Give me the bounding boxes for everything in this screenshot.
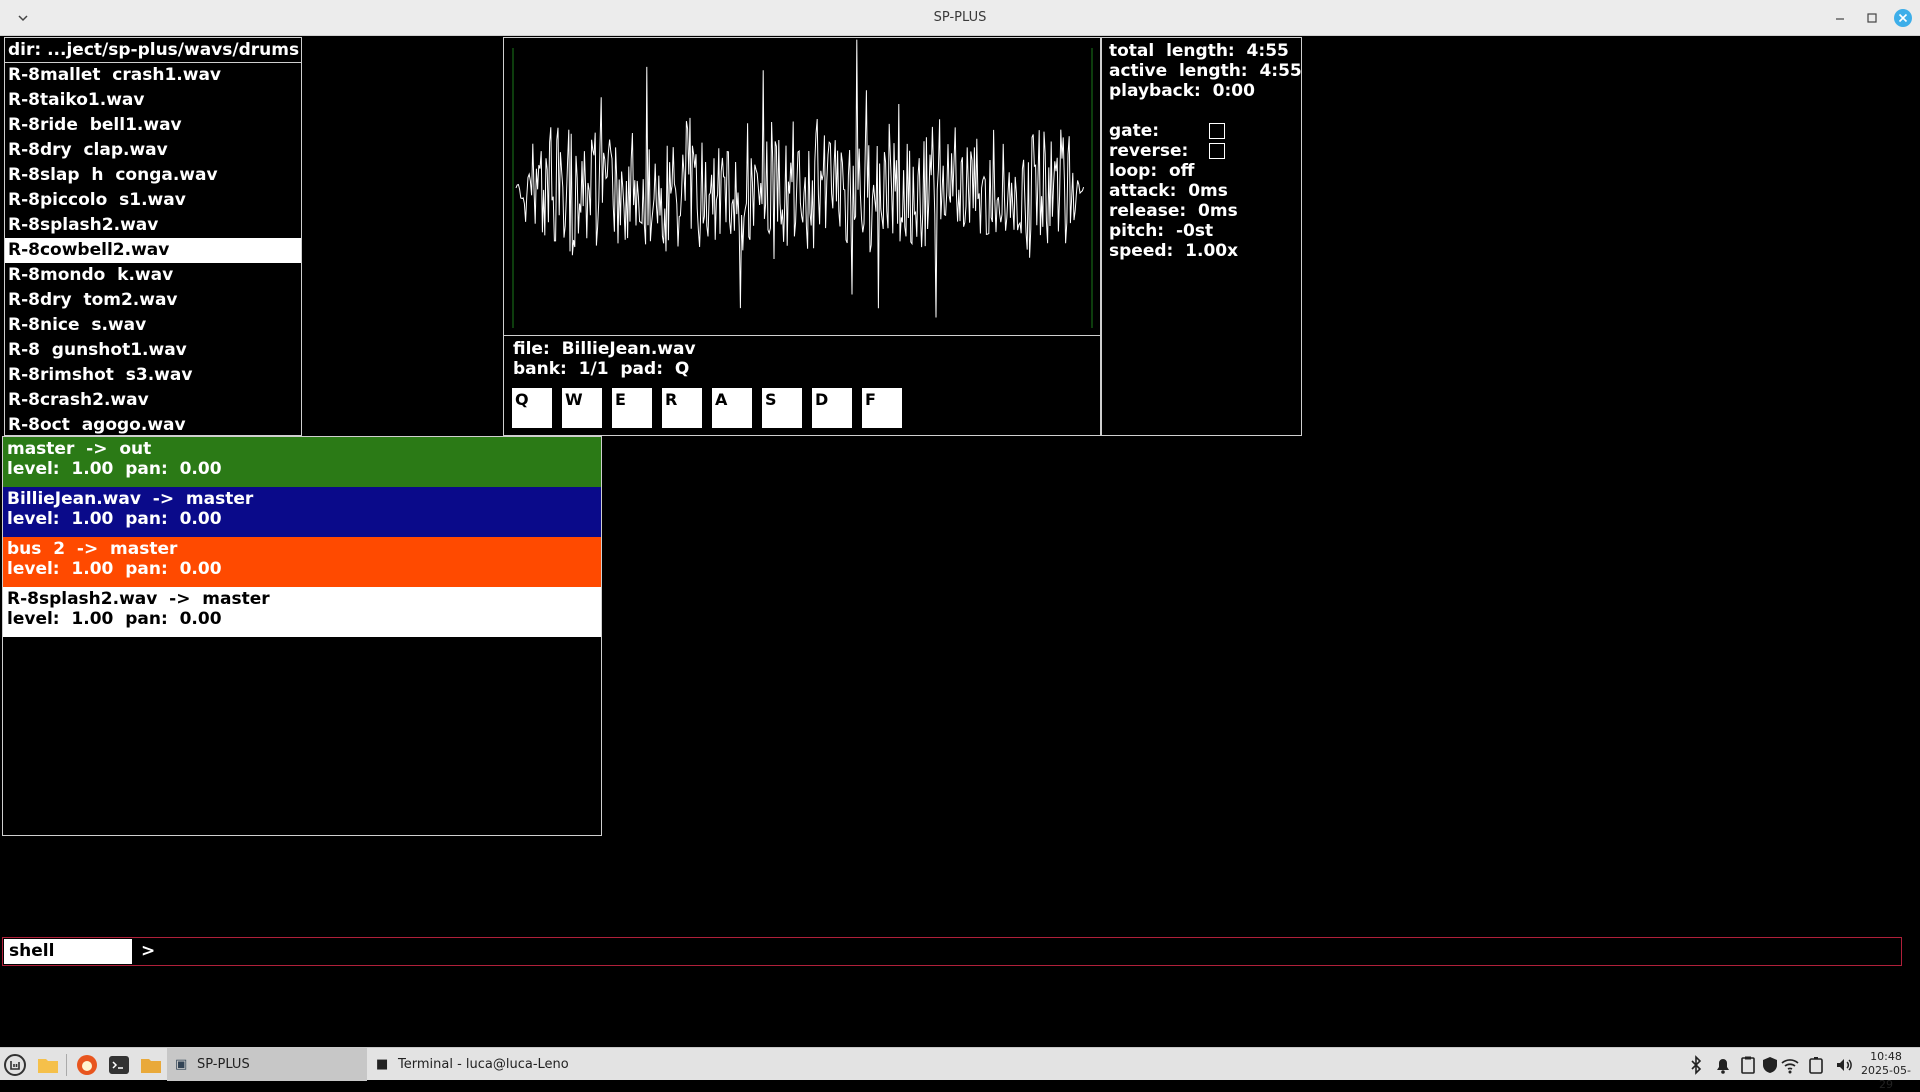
- file-name: file: BillieJean.wav: [513, 339, 696, 359]
- total-length: total length: 4:55: [1109, 41, 1289, 61]
- loop-setting[interactable]: loop: off: [1109, 161, 1194, 181]
- taskbar: ▣ SP-PLUS ■ Terminal - luca@luca-Leno... 10…: [0, 1047, 1920, 1091]
- pad-button-w[interactable]: W: [562, 388, 602, 428]
- taskbar-task[interactable]: ▣ SP-PLUS: [167, 1048, 367, 1081]
- shell-input[interactable]: [161, 940, 1895, 965]
- shell-prompt: >: [141, 941, 156, 961]
- minimize-icon[interactable]: [1830, 8, 1850, 28]
- close-icon[interactable]: [1893, 8, 1913, 28]
- pad-button-a[interactable]: A: [712, 388, 752, 428]
- channel-route: bus 2 -> master: [7, 539, 178, 559]
- mixer-channel[interactable]: BillieJean.wav -> master level: 1.00 pan:…: [3, 487, 601, 537]
- mixer-channel[interactable]: bus 2 -> master level: 1.00 pan: 0.00: [3, 537, 601, 587]
- file-list[interactable]: R-8mallet crash1.wav R-8taiko1.wav R-8ride…: [5, 63, 301, 438]
- pad-button-s[interactable]: S: [762, 388, 802, 428]
- clock[interactable]: 10:48 2025-05-29: [1858, 1050, 1914, 1092]
- file-manager-icon[interactable]: [139, 1053, 163, 1077]
- maximize-icon[interactable]: [1862, 8, 1882, 28]
- file-list-item[interactable]: R-8mondo k.wav: [5, 263, 301, 288]
- wifi-icon[interactable]: [1780, 1055, 1800, 1075]
- sample-info-panel: file: BillieJean.wav bank: 1/1 pad: Q QW…: [503, 335, 1101, 436]
- channel-route: BillieJean.wav -> master: [7, 489, 254, 509]
- pad-button-r[interactable]: R: [662, 388, 702, 428]
- file-list-item[interactable]: R-8oct agogo.wav: [5, 413, 301, 438]
- pitch-setting[interactable]: pitch: -0st: [1109, 221, 1213, 241]
- file-list-item[interactable]: R-8crash2.wav: [5, 388, 301, 413]
- channel-level-pan: level: 1.00 pan: 0.00: [7, 559, 222, 579]
- gate-checkbox[interactable]: [1209, 123, 1225, 139]
- channel-level-pan: level: 1.00 pan: 0.00: [7, 459, 222, 479]
- reverse-label: reverse:: [1109, 141, 1189, 161]
- window-title: SP-PLUS: [933, 10, 987, 25]
- waveform-trace: [515, 39, 1085, 318]
- mixer-channel[interactable]: master -> out level: 1.00 pan: 0.00: [3, 437, 601, 487]
- battery-icon[interactable]: [1806, 1055, 1826, 1075]
- channel-route: R-8splash2.wav -> master: [7, 589, 270, 609]
- file-list-item[interactable]: R-8dry tom2.wav: [5, 288, 301, 313]
- waveform-graph: [512, 39, 1093, 328]
- channel-level-pan: level: 1.00 pan: 0.00: [7, 509, 222, 529]
- mixer-panel: master -> out level: 1.00 pan: 0.00 Billie…: [2, 436, 602, 836]
- release-setting[interactable]: release: 0ms: [1109, 201, 1238, 221]
- notification-bell-icon[interactable]: [1713, 1055, 1733, 1075]
- file-list-item[interactable]: R-8 gunshot1.wav: [5, 338, 301, 363]
- waveform-display[interactable]: [503, 37, 1101, 336]
- file-list-item[interactable]: R-8cowbell2.wav: [5, 238, 301, 263]
- file-browser[interactable]: dir: ...ject/sp-plus/wavs/drums R-8malle…: [4, 37, 302, 436]
- file-list-item[interactable]: R-8taiko1.wav: [5, 88, 301, 113]
- shell-label: shell: [4, 939, 132, 964]
- folder-icon[interactable]: [36, 1053, 60, 1077]
- pad-button-d[interactable]: D: [812, 388, 852, 428]
- gate-label: gate:: [1109, 121, 1160, 141]
- bluetooth-icon[interactable]: [1686, 1055, 1706, 1075]
- file-list-item[interactable]: R-8splash2.wav: [5, 213, 301, 238]
- firefox-icon[interactable]: [75, 1053, 99, 1077]
- window-titlebar: SP-PLUS: [0, 0, 1920, 36]
- taskbar-task[interactable]: ■ Terminal - luca@luca-Leno...: [368, 1048, 568, 1081]
- clock-date: 2025-05-29: [1861, 1064, 1911, 1091]
- playback-time: playback: 0:00: [1109, 81, 1255, 101]
- pad-button-q[interactable]: Q: [512, 388, 552, 428]
- speed-setting[interactable]: speed: 1.00x: [1109, 241, 1238, 261]
- shell-bar: shell >: [2, 937, 1902, 966]
- shield-update-icon[interactable]: [1760, 1055, 1780, 1075]
- file-list-item[interactable]: R-8ride bell1.wav: [5, 113, 301, 138]
- terminal-icon: ■: [376, 1057, 389, 1072]
- file-list-item[interactable]: R-8nice s.wav: [5, 313, 301, 338]
- channel-route: master -> out: [7, 439, 152, 459]
- file-list-item[interactable]: R-8mallet crash1.wav: [5, 63, 301, 88]
- active-length: active length: 4:55: [1109, 61, 1302, 81]
- file-list-item[interactable]: R-8dry clap.wav: [5, 138, 301, 163]
- attack-setting[interactable]: attack: 0ms: [1109, 181, 1228, 201]
- file-list-item[interactable]: R-8rimshot s3.wav: [5, 363, 301, 388]
- start-menu-icon[interactable]: [3, 1053, 27, 1077]
- clock-time: 10:48: [1870, 1050, 1902, 1063]
- taskbar-task-label: SP-PLUS: [197, 1057, 250, 1072]
- pad-button-e[interactable]: E: [612, 388, 652, 428]
- terminal-icon[interactable]: [107, 1053, 131, 1077]
- file-list-item[interactable]: R-8slap h conga.wav: [5, 163, 301, 188]
- pad-button-f[interactable]: F: [862, 388, 902, 428]
- params-panel: total length: 4:55 active length: 4:55 p…: [1101, 37, 1302, 436]
- reverse-checkbox[interactable]: [1209, 143, 1225, 159]
- file-list-item[interactable]: R-8piccolo s1.wav: [5, 188, 301, 213]
- window-icon: ▣: [175, 1057, 188, 1072]
- clipboard-icon[interactable]: [1738, 1055, 1758, 1075]
- mixer-channel[interactable]: R-8splash2.wav -> master level: 1.00 pan:…: [3, 587, 601, 637]
- directory-path: dir: ...ject/sp-plus/wavs/drums: [5, 38, 301, 63]
- channel-level-pan: level: 1.00 pan: 0.00: [7, 609, 222, 629]
- taskbar-task-label: Terminal - luca@luca-Leno...: [398, 1057, 568, 1072]
- volume-icon[interactable]: [1834, 1055, 1854, 1075]
- bank-pad-info: bank: 1/1 pad: Q: [513, 359, 690, 379]
